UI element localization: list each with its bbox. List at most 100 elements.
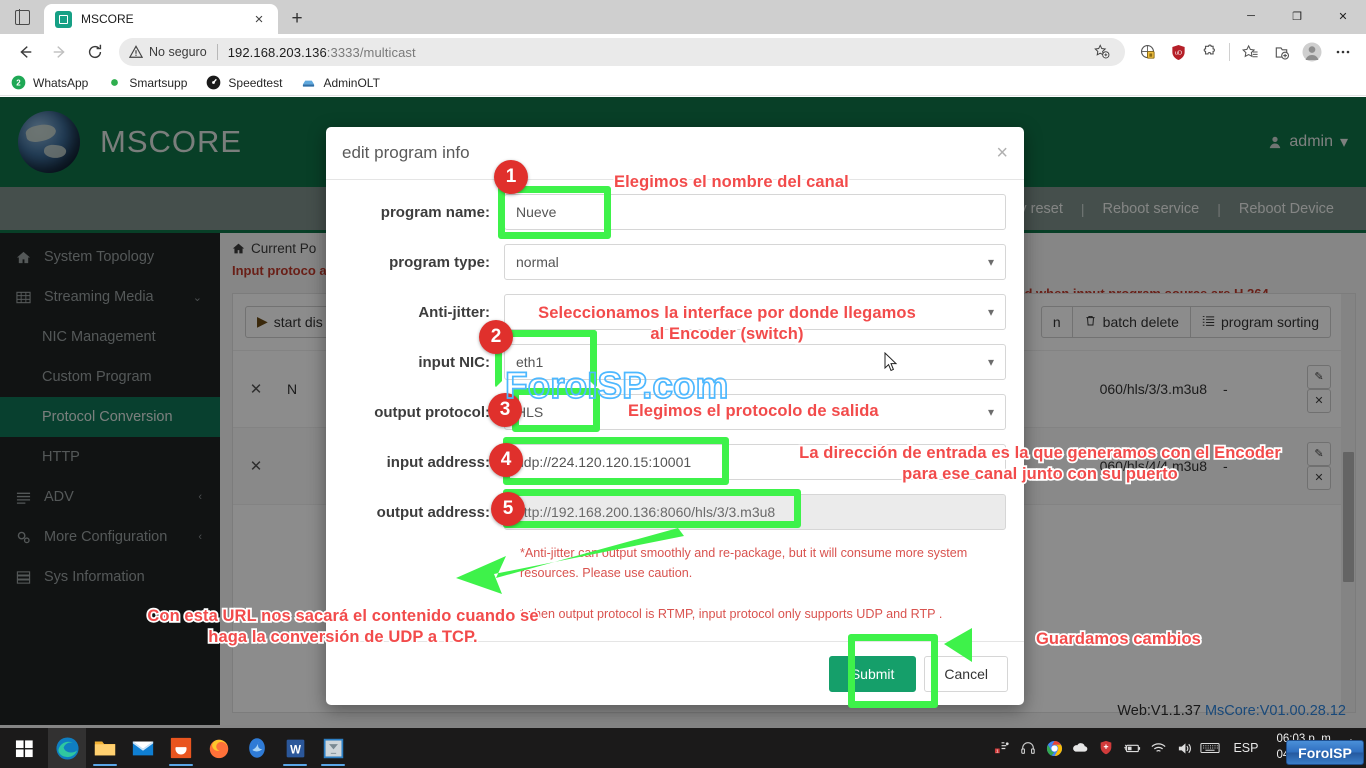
taskbar-app-ubuntu[interactable] bbox=[162, 728, 200, 768]
anti-jitter-select[interactable]: ▾ bbox=[504, 294, 1006, 330]
chevron-down-icon: ▾ bbox=[987, 355, 994, 369]
cancel-button[interactable]: Cancel bbox=[924, 655, 1008, 692]
warning-triangle-icon bbox=[129, 45, 143, 58]
output-address-value: http://192.168.200.136:8060/hls/3/3.m3u8 bbox=[516, 504, 776, 520]
svg-text:W: W bbox=[290, 744, 301, 756]
headset-icon[interactable] bbox=[1015, 728, 1041, 768]
field-row-input-nic: input NIC: eth1 ▾ bbox=[344, 344, 1006, 380]
bookmark-label: Smartsupp bbox=[129, 75, 188, 90]
wifi-icon[interactable] bbox=[1145, 728, 1171, 768]
input-nic-select[interactable]: eth1 ▾ bbox=[504, 344, 1006, 380]
profile-avatar-icon[interactable] bbox=[1297, 38, 1327, 66]
toolbar-divider bbox=[1229, 43, 1230, 61]
taskbar-app-file-explorer[interactable] bbox=[86, 728, 124, 768]
taskbar-app-mail[interactable] bbox=[124, 728, 162, 768]
taskbar-app-word[interactable]: W bbox=[276, 728, 314, 768]
taskbar-app-firefox[interactable] bbox=[200, 728, 238, 768]
program-name-value: Nueve bbox=[516, 204, 557, 220]
output-address-input: http://192.168.200.136:8060/hls/3/3.m3u8 bbox=[504, 494, 1006, 530]
bookmark-speedtest[interactable]: Speedtest bbox=[205, 75, 282, 91]
word-icon: W bbox=[286, 739, 304, 757]
keyboard-icon[interactable] bbox=[1197, 728, 1223, 768]
firefox-icon bbox=[209, 739, 229, 759]
battery-icon[interactable] bbox=[1119, 728, 1145, 768]
edge-icon bbox=[55, 736, 79, 760]
add-favorite-icon[interactable] bbox=[1089, 40, 1115, 64]
speedtest-icon bbox=[205, 75, 221, 91]
modal-close-icon[interactable]: × bbox=[996, 143, 1008, 163]
file-explorer-icon bbox=[94, 741, 116, 756]
bookmarks-bar: 2 WhatsApp Smartsupp Speedtest AdminOLT bbox=[0, 70, 1366, 96]
input-address-value: udp://224.120.120.15:10001 bbox=[516, 454, 692, 470]
language-indicator[interactable]: ESP bbox=[1223, 741, 1268, 755]
window-controls: ─ ❐ ✕ bbox=[1228, 0, 1366, 34]
tab-favicon-icon bbox=[55, 10, 72, 28]
collections-icon[interactable] bbox=[1132, 38, 1162, 66]
input-address-input[interactable]: udp://224.120.120.15:10001 bbox=[504, 444, 1006, 480]
mail-icon bbox=[132, 741, 154, 756]
volume-icon[interactable] bbox=[1171, 728, 1197, 768]
input-address-label: input address: bbox=[386, 453, 490, 471]
url-text: 192.168.203.136:3333/multicast bbox=[228, 45, 416, 60]
field-row-output-protocol: output protocol: HLS ▾ bbox=[344, 394, 1006, 430]
program-name-label: program name: bbox=[380, 203, 490, 221]
windows-taskbar: W 1 ESP bbox=[0, 728, 1366, 768]
smartsupp-icon bbox=[106, 75, 122, 91]
start-button[interactable] bbox=[0, 728, 48, 768]
chevron-down-icon: ▾ bbox=[987, 305, 994, 319]
taskbar-app-acrobat[interactable] bbox=[238, 728, 276, 768]
bookmark-whatsapp[interactable]: 2 WhatsApp bbox=[10, 75, 88, 91]
browser-tab-strip: MSCORE × + ─ ❐ ✕ bbox=[0, 0, 1366, 34]
url-host: 192.168.203.136 bbox=[227, 44, 327, 60]
security-shield-icon[interactable] bbox=[1093, 728, 1119, 768]
output-protocol-select[interactable]: HLS ▾ bbox=[504, 394, 1006, 430]
browser-settings-menu-icon[interactable] bbox=[1328, 38, 1358, 66]
field-row-program-type: program type: normal ▾ bbox=[344, 244, 1006, 280]
output-address-label: output address: bbox=[376, 503, 490, 521]
program-type-value: normal bbox=[516, 254, 559, 270]
chevron-down-icon: ▾ bbox=[987, 405, 994, 419]
program-name-input[interactable]: Nueve bbox=[504, 194, 1006, 230]
anti-jitter-label: Anti-jitter: bbox=[418, 303, 490, 321]
tab-title: MSCORE bbox=[81, 12, 134, 26]
favorites-icon[interactable] bbox=[1235, 38, 1265, 66]
window-close-button[interactable]: ✕ bbox=[1320, 0, 1366, 32]
modal-header: edit program info × bbox=[326, 127, 1024, 180]
back-icon[interactable] bbox=[8, 37, 42, 67]
bookmark-adminolt[interactable]: AdminOLT bbox=[300, 75, 380, 91]
whatsapp-icon: 2 bbox=[10, 75, 26, 91]
network-notify-icon[interactable]: 1 bbox=[989, 728, 1015, 768]
edit-program-modal: edit program info × program name: Nueve … bbox=[326, 127, 1024, 705]
reload-icon[interactable] bbox=[78, 37, 112, 67]
onedrive-icon[interactable] bbox=[1067, 728, 1093, 768]
tab-sidebar-button[interactable] bbox=[0, 0, 44, 34]
taskbar-app-xshell[interactable] bbox=[314, 728, 352, 768]
browser-tab[interactable]: MSCORE × bbox=[44, 4, 278, 34]
tab-close-icon[interactable]: × bbox=[248, 8, 270, 30]
input-nic-label: input NIC: bbox=[418, 353, 490, 371]
window-minimize-button[interactable]: ─ bbox=[1228, 0, 1274, 32]
extensions-puzzle-icon[interactable] bbox=[1194, 38, 1224, 66]
program-type-select[interactable]: normal ▾ bbox=[504, 244, 1006, 280]
address-bar[interactable]: No seguro 192.168.203.136:3333/multicast bbox=[119, 38, 1125, 66]
field-row-anti-jitter: Anti-jitter: ▾ bbox=[344, 294, 1006, 330]
window-maximize-button[interactable]: ❐ bbox=[1274, 0, 1320, 32]
bookmark-smartsupp[interactable]: Smartsupp bbox=[106, 75, 187, 91]
add-tab-group-icon[interactable] bbox=[1266, 38, 1296, 66]
bookmark-label: AdminOLT bbox=[323, 75, 380, 90]
field-row-output-address: output address: http://192.168.200.136:8… bbox=[344, 494, 1006, 530]
modal-body: program name: Nueve program type: normal… bbox=[326, 180, 1024, 625]
program-type-label: program type: bbox=[389, 253, 490, 271]
chrome-icon[interactable] bbox=[1041, 728, 1067, 768]
taskbar-app-edge[interactable] bbox=[48, 728, 86, 768]
foroisp-badge: ForoISP bbox=[1286, 740, 1364, 765]
new-tab-button[interactable]: + bbox=[282, 5, 312, 33]
security-indicator[interactable]: No seguro bbox=[129, 45, 207, 59]
adminolt-icon bbox=[300, 75, 316, 91]
submit-button[interactable]: Submit bbox=[828, 655, 917, 692]
ublock-shield-icon[interactable]: uD bbox=[1163, 38, 1193, 66]
sidebar-panel-icon bbox=[14, 8, 30, 26]
modal-title: edit program info bbox=[342, 143, 470, 162]
field-row-input-address: input address: udp://224.120.120.15:1000… bbox=[344, 444, 1006, 480]
url-path: :3333/multicast bbox=[326, 44, 416, 60]
